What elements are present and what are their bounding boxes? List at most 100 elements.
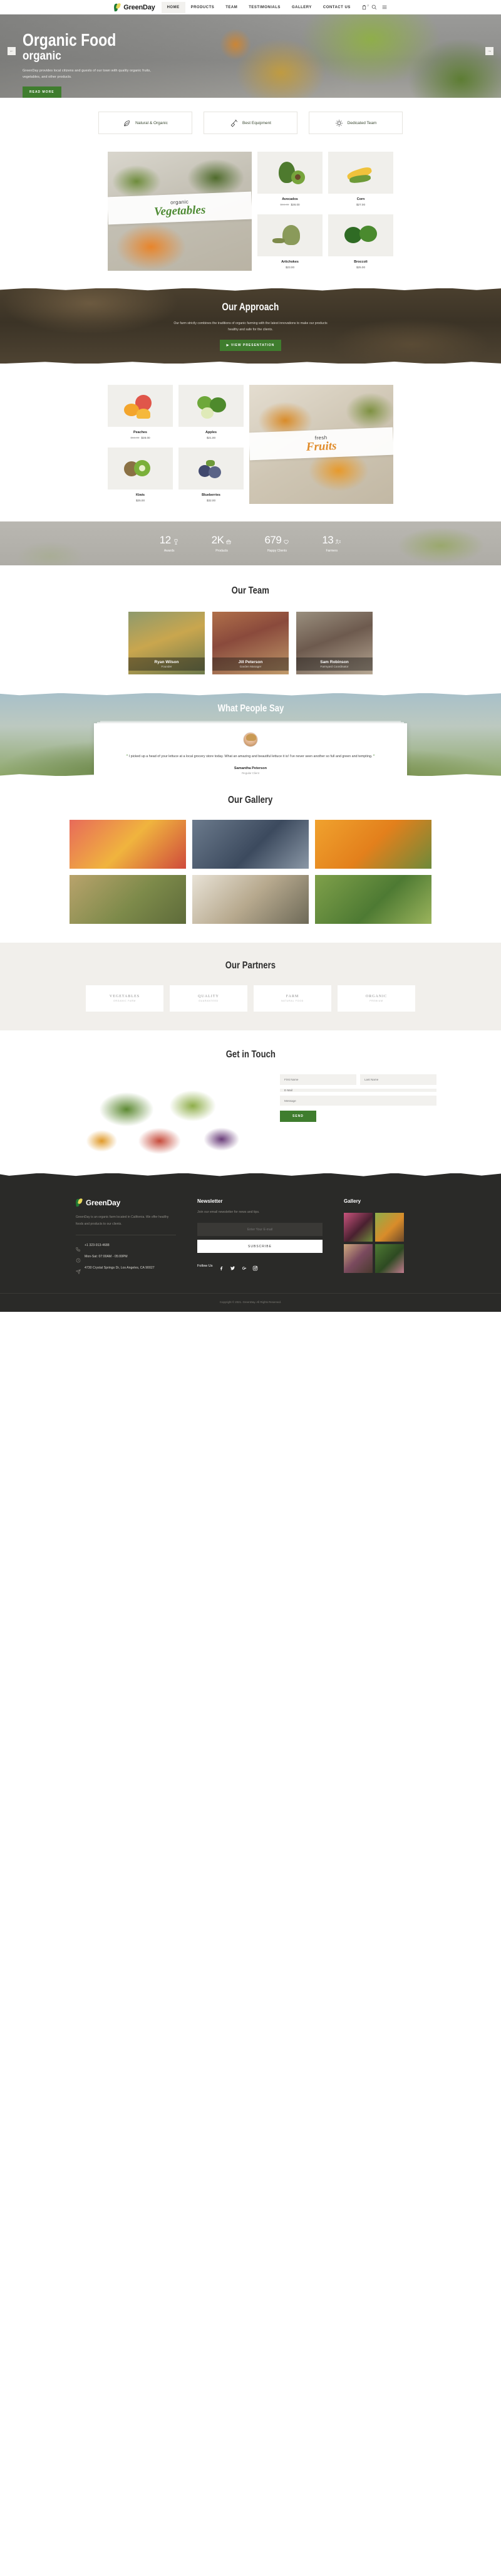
stat-label: Happy Clients	[267, 549, 287, 553]
product-image	[178, 385, 244, 427]
hero-next-button[interactable]: →	[485, 47, 493, 55]
footer-gallery-item[interactable]	[375, 1244, 404, 1273]
facebook-icon[interactable]	[219, 1263, 224, 1270]
instagram-icon[interactable]	[252, 1263, 258, 1271]
stats-bar: 12 Awards 2K Products 679 Happy Clients …	[0, 521, 501, 565]
partner-logo[interactable]: FARM NATURAL FOOD	[254, 985, 331, 1012]
product-price: $59.00 $28.00	[130, 436, 150, 439]
product-price: $32.00	[206, 498, 216, 502]
gallery-item[interactable]	[70, 875, 186, 924]
vegetables-section: organic Vegetables Avocados $59.00 $28.00	[0, 148, 501, 288]
testimonials-title: What People Say	[217, 703, 284, 714]
nav-item-home[interactable]: HOME	[161, 1, 185, 13]
view-presentation-button[interactable]: ▶ VIEW PRESENTATION	[219, 340, 282, 352]
product-price: $27.00	[356, 203, 366, 206]
subscribe-button[interactable]: SUBSCRIBE	[197, 1240, 323, 1253]
partners-title: Our Partners	[225, 960, 276, 971]
team-member[interactable]: Sam Robinson Farmyard Coordinator	[296, 612, 373, 674]
gallery-item[interactable]	[192, 820, 309, 869]
partner-sub: ORGANIC FARM	[113, 1000, 136, 1002]
footer-gallery-item[interactable]	[344, 1244, 373, 1273]
product-card[interactable]: Avocados $59.00 $28.00	[257, 152, 323, 209]
stat-value: 2K	[211, 534, 224, 546]
product-card[interactable]: Corn $27.00	[328, 152, 393, 209]
footer-logo[interactable]: GreenDay	[75, 1198, 176, 1207]
gallery-item[interactable]	[192, 875, 309, 924]
approach-title: Our Approach	[222, 300, 279, 313]
partner-sub: NATURAL FOOD	[281, 1000, 304, 1002]
product-card[interactable]: Kiwis $25.00	[108, 447, 173, 504]
first-name-field[interactable]	[280, 1074, 356, 1085]
partner-logo[interactable]: VEGETABLES ORGANIC FARM	[86, 985, 163, 1012]
product-image	[178, 447, 244, 490]
partner-logo[interactable]: ORGANIC PREMIUM	[338, 985, 415, 1012]
nav-item-products[interactable]: PRODUCTS	[185, 2, 220, 13]
promo-big-text: Vegetables	[153, 202, 206, 219]
google-plus-icon[interactable]	[241, 1263, 247, 1270]
partners-section: Our Partners VEGETABLES ORGANIC FARM QUA…	[0, 943, 501, 1030]
product-name: Kiwis	[135, 493, 145, 497]
feature-best-equipment[interactable]: Best Equipment	[204, 112, 297, 134]
partner-name: QUALITY	[198, 995, 219, 998]
gallery-title: Our Gallery	[228, 795, 273, 805]
leaf-logo-icon	[113, 2, 122, 12]
play-icon: ▶	[226, 343, 230, 348]
feature-label: Dedicated Team	[347, 120, 377, 125]
approach-section: Our Approach Our farm strictly combines …	[0, 288, 501, 364]
product-name: Corn	[356, 197, 365, 201]
menu-icon[interactable]	[381, 4, 387, 10]
email-field[interactable]	[280, 1089, 436, 1092]
gallery-item[interactable]	[315, 875, 431, 924]
footer-gallery: Gallery	[344, 1198, 425, 1277]
member-role: Garden Manager	[239, 665, 262, 668]
hero-subtitle: organic	[23, 50, 61, 63]
partner-sub: GUARANTEED	[199, 1000, 219, 1002]
nav-item-team[interactable]: TEAM	[220, 2, 243, 13]
message-field[interactable]	[280, 1096, 436, 1106]
feature-natural-organic[interactable]: Natural & Organic	[98, 112, 192, 134]
partner-sub: PREMIUM	[369, 1000, 383, 1002]
nav-item-gallery[interactable]: GALLERY	[286, 2, 318, 13]
cart-icon[interactable]: 2	[361, 4, 369, 10]
product-name: Broccoli	[354, 259, 368, 264]
newsletter-email-input[interactable]	[197, 1223, 323, 1236]
partner-logo[interactable]: QUALITY GUARANTEED	[170, 985, 247, 1012]
twitter-icon[interactable]	[230, 1263, 235, 1270]
last-name-field[interactable]	[360, 1074, 436, 1085]
send-button[interactable]: SEND	[280, 1111, 316, 1122]
footer-gallery-item[interactable]	[375, 1213, 404, 1242]
hero-prev-button[interactable]: ←	[8, 47, 16, 55]
product-card[interactable]: Artichokes $23.00	[257, 214, 323, 271]
search-icon[interactable]	[371, 4, 377, 10]
fruits-product-grid: Peaches $59.00 $28.00 Apples $21.00 Kiwi…	[108, 385, 244, 504]
product-card[interactable]: Broccoli $25.00	[328, 214, 393, 271]
product-card[interactable]: Peaches $59.00 $28.00	[108, 385, 173, 442]
feature-dedicated-team[interactable]: Dedicated Team	[309, 112, 403, 134]
footer-gallery-title: Gallery	[344, 1198, 361, 1204]
gallery-item[interactable]	[315, 820, 431, 869]
nav-item-testimonials[interactable]: TESTIMONIALS	[243, 2, 286, 13]
logo[interactable]: GreenDay	[113, 2, 155, 12]
partners-list: VEGETABLES ORGANIC FARM QUALITY GUARANTE…	[0, 985, 501, 1012]
footer-gallery-item[interactable]	[344, 1213, 373, 1242]
team-member[interactable]: Jill Peterson Garden Manager	[212, 612, 289, 674]
basket-icon	[225, 537, 232, 544]
clock-icon	[76, 1255, 81, 1263]
hero-read-more-button[interactable]: READ MORE	[23, 86, 61, 98]
fruits-promo-card[interactable]: fresh Fruits	[249, 385, 393, 504]
heart-icon	[283, 537, 289, 544]
stat-value: 679	[264, 534, 282, 546]
follow-label: Follow Us	[197, 1264, 213, 1268]
product-card[interactable]: Apples $21.00	[178, 385, 244, 442]
gallery-item[interactable]	[70, 820, 186, 869]
stat-label: Awards	[163, 549, 175, 553]
nav-item-contact-us[interactable]: CONTACT US	[318, 2, 356, 13]
product-card[interactable]: Blueberries $32.00	[178, 447, 244, 504]
vegetables-promo-card[interactable]: organic Vegetables	[108, 152, 252, 271]
team-member[interactable]: Ryan Wilson Founder	[128, 612, 205, 674]
stat-value: 12	[159, 534, 171, 546]
product-price: $59.00 $28.00	[280, 203, 300, 206]
trophy-icon	[173, 537, 179, 545]
member-name: Sam Robinson	[320, 659, 349, 664]
cart-badge: 2	[367, 4, 369, 7]
